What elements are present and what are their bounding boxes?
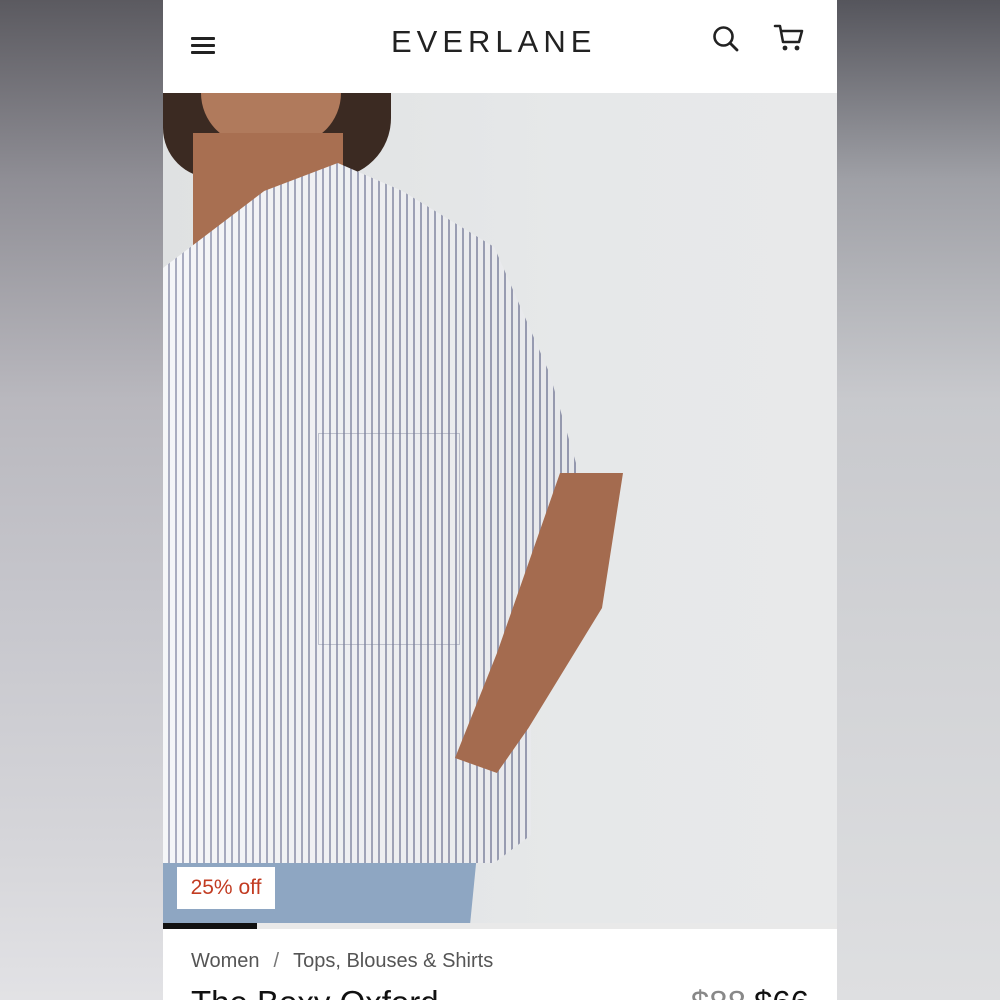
- shirt-pocket: [318, 433, 460, 645]
- carousel-progress-fill: [163, 923, 258, 929]
- sale-price: $66: [754, 984, 809, 1000]
- brand-logo[interactable]: EVERLANE: [391, 24, 596, 60]
- search-icon[interactable]: [711, 24, 741, 54]
- breadcrumb: Women / Tops, Blouses & Shirts: [191, 950, 493, 973]
- breadcrumb-item-tops[interactable]: Tops, Blouses & Shirts: [293, 950, 493, 972]
- product-page: EVERLANE 25% off Women / Tops, Blouses &…: [163, 0, 837, 1000]
- product-title: The Boxy Oxford: [191, 984, 439, 1000]
- original-price: $88: [691, 984, 746, 1000]
- site-header: EVERLANE: [163, 0, 837, 93]
- product-price: $88 $66: [691, 984, 809, 1000]
- product-image[interactable]: 25% off: [163, 93, 837, 923]
- discount-badge: 25% off: [177, 867, 275, 909]
- cart-icon[interactable]: [773, 22, 805, 54]
- background-left: [0, 0, 163, 1000]
- breadcrumb-separator: /: [273, 950, 280, 972]
- hamburger-menu-icon[interactable]: [191, 36, 217, 56]
- carousel-progress: [163, 923, 837, 929]
- breadcrumb-item-women[interactable]: Women: [191, 950, 260, 972]
- background-right: [837, 0, 1000, 1000]
